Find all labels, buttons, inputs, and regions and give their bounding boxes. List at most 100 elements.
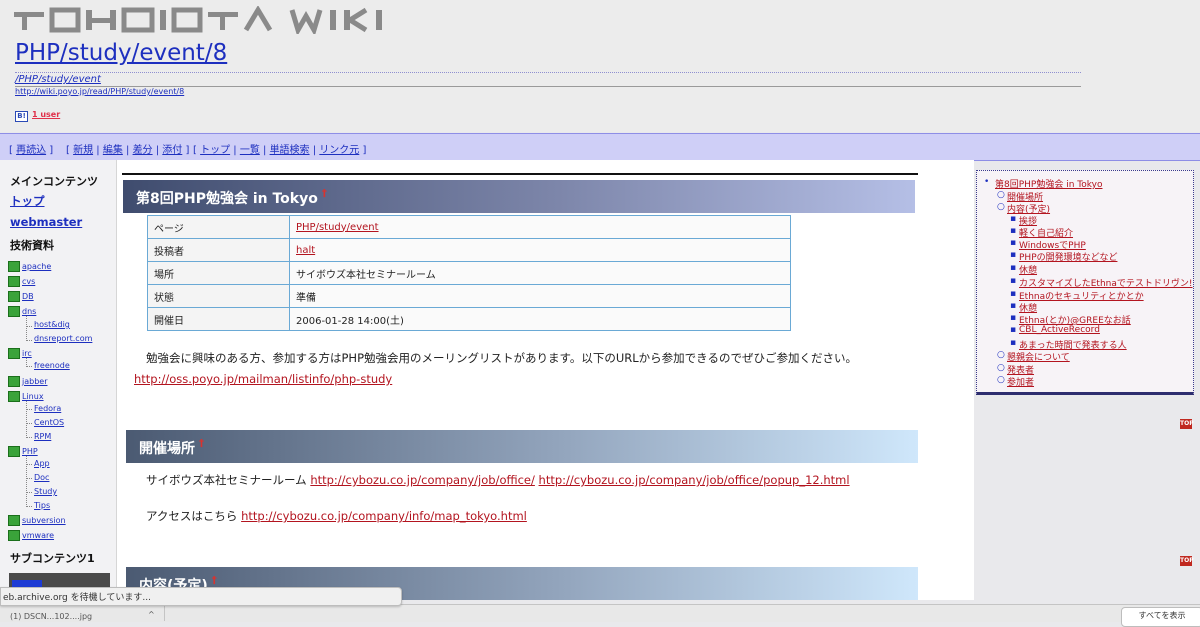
- bookmark-users-link[interactable]: 1 user: [32, 110, 60, 119]
- nav-new-link[interactable]: 新規: [73, 145, 93, 156]
- access-label: アクセスはこちら: [146, 509, 238, 523]
- sidebar-item-irc[interactable]: irc: [22, 349, 32, 358]
- anchor-dagger-link[interactable]: †: [212, 575, 217, 586]
- folder-icon[interactable]: [8, 446, 20, 457]
- folder-icon[interactable]: [8, 530, 20, 541]
- toc-bullet: ▪: [1010, 226, 1017, 236]
- page-url-link[interactable]: http://wiki.poyo.jp/read/PHP/study/event…: [15, 87, 184, 96]
- folder-icon[interactable]: [8, 391, 20, 402]
- show-all-button[interactable]: すべてを表示: [1121, 607, 1200, 627]
- nav-attach-link[interactable]: 添付: [162, 145, 182, 156]
- toc-bullet: ▪: [1010, 238, 1017, 248]
- sidebar-item-subversion[interactable]: subversion: [22, 516, 66, 525]
- nav-diff-link[interactable]: 差分: [133, 145, 153, 156]
- author-link[interactable]: halt: [296, 245, 315, 256]
- venue-name: サイボウズ本社セミナールーム: [146, 473, 307, 487]
- toc-bullet: ▪: [1010, 313, 1017, 323]
- sidebar-webmaster-link[interactable]: webmaster: [10, 215, 82, 229]
- chevron-up-icon[interactable]: ^: [148, 610, 155, 619]
- download-item[interactable]: (1) DSCN...102....jpg: [10, 612, 92, 621]
- sidebar-subitem-dnsreport[interactable]: dnsreport.com: [34, 334, 92, 343]
- folder-icon[interactable]: [8, 515, 20, 526]
- folder-icon[interactable]: [8, 348, 20, 359]
- sidebar-tech-docs-heading: 技術資料: [10, 239, 54, 252]
- toc-bullet: ▪: [1010, 263, 1017, 273]
- toc-item[interactable]: 懇親会について: [1007, 350, 1070, 363]
- tree-connector: [26, 358, 32, 367]
- access-line: アクセスはこちら http://cybozu.co.jp/company/inf…: [146, 508, 527, 524]
- mailing-list-link[interactable]: http://oss.poyo.jp/mailman/listinfo/php-…: [134, 372, 392, 386]
- anchor-dagger-link[interactable]: †: [322, 188, 327, 199]
- sidebar-subitem-study[interactable]: Study: [34, 487, 57, 496]
- sidebar-item-php[interactable]: PHP: [22, 447, 38, 456]
- sidebar-subitem-doc[interactable]: Doc: [34, 473, 49, 482]
- page-title[interactable]: PHP/study/event/8: [15, 40, 227, 66]
- table-row: 開催日 2006-01-28 14:00(土): [147, 307, 791, 331]
- toc-bullet: ▪: [1010, 250, 1017, 260]
- sidebar-sub-contents-heading: サブコンテンツ1: [10, 552, 95, 565]
- sidebar-item-apache[interactable]: apache: [22, 262, 51, 271]
- sidebar-item-jabber[interactable]: jabber: [22, 377, 48, 386]
- table-key-cell: 状態: [147, 284, 290, 308]
- folder-icon[interactable]: [8, 376, 20, 387]
- page-link[interactable]: PHP/study/event: [296, 222, 379, 233]
- sidebar-subitem-hostdig[interactable]: host&dig: [34, 320, 70, 329]
- sidebar-subitem-fedora[interactable]: Fedora: [34, 404, 61, 413]
- table-value-cell: halt: [289, 238, 791, 262]
- nav-edit-link[interactable]: 編集: [103, 145, 123, 156]
- back-to-top-icon[interactable]: TOP: [1180, 556, 1194, 566]
- toc-item[interactable]: 第8回PHP勉強会 in Tokyo: [995, 177, 1102, 190]
- toc-item[interactable]: PHPの開発環境などなど: [1019, 250, 1117, 263]
- folder-icon[interactable]: [8, 306, 20, 317]
- sidebar-item-db[interactable]: DB: [22, 292, 34, 301]
- venue-popup-link[interactable]: http://cybozu.co.jp/company/job/office/p…: [539, 473, 850, 487]
- toc-item[interactable]: Ethnaのセキュリティとかとか: [1019, 289, 1144, 302]
- tree-connector: [26, 423, 32, 438]
- sidebar-item-linux[interactable]: Linux: [22, 392, 44, 401]
- nav-group-site: [ トップ | 一覧 | 単語検索 | リンク元 ]: [193, 145, 367, 156]
- nav-group-edit: [ 新規 | 編集 | 差分 | 添付 ]: [66, 145, 190, 156]
- title-divider: [15, 72, 1081, 73]
- back-to-top-icon[interactable]: TOP: [1180, 419, 1194, 429]
- nav-list-link[interactable]: 一覧: [240, 145, 260, 156]
- table-row: 場所 サイボウズ本社セミナールーム: [147, 261, 791, 285]
- sidebar-subitem-tips[interactable]: Tips: [34, 501, 50, 510]
- table-key-cell: 開催日: [147, 307, 290, 331]
- venue-office-link[interactable]: http://cybozu.co.jp/company/job/office/: [310, 473, 535, 487]
- venue-heading-text: 開催場所: [139, 441, 195, 457]
- sidebar-item-vmware[interactable]: vmware: [22, 531, 54, 540]
- access-map-link[interactable]: http://cybozu.co.jp/company/info/map_tok…: [241, 509, 527, 523]
- status-text: eb.archive.org を待機しています...: [3, 593, 151, 603]
- nav-backlinks-link[interactable]: リンク元: [319, 145, 359, 156]
- toc-bullet: ▪: [1010, 325, 1017, 335]
- table-key-cell: 投稿者: [147, 238, 290, 262]
- table-value-cell: サイボウズ本社セミナールーム: [289, 261, 791, 285]
- table-value-cell: 2006-01-28 14:00(土): [289, 307, 791, 331]
- toc-bullet: •: [984, 177, 990, 187]
- toc-bullet: ○: [997, 190, 1005, 200]
- folder-icon[interactable]: [8, 276, 20, 287]
- sidebar-subitem-app[interactable]: App: [34, 459, 50, 468]
- toc-item[interactable]: 休憩: [1019, 263, 1037, 276]
- parent-path-link[interactable]: /PHP/study/event: [15, 74, 101, 85]
- folder-icon[interactable]: [8, 261, 20, 272]
- nav-top-link[interactable]: トップ: [200, 145, 230, 156]
- toc-bullet: ○: [997, 350, 1005, 360]
- sidebar-top-link[interactable]: トップ: [10, 193, 45, 209]
- sidebar-subitem-rpm[interactable]: RPM: [34, 432, 51, 441]
- toc-item[interactable]: 参加者: [1007, 375, 1034, 388]
- folder-icon[interactable]: [8, 291, 20, 302]
- nav-reload-link[interactable]: 再読込: [16, 145, 46, 156]
- toc-bullet: ▪: [1010, 214, 1017, 224]
- sidebar-subitem-centos[interactable]: CentOS: [34, 418, 64, 427]
- sidebar-subitem-freenode[interactable]: freenode: [34, 361, 70, 370]
- anchor-dagger-link[interactable]: †: [199, 438, 204, 449]
- action-navbar: [ 再読込 ] [ 新規 | 編集 | 差分 | 添付 ] [ トップ | 一覧…: [0, 133, 1200, 161]
- bookmark-icon[interactable]: B!: [15, 111, 28, 122]
- toc-item[interactable]: カスタマイズしたEthnaでテストドリヴン!: [1019, 276, 1192, 289]
- toc-item[interactable]: CBL_ActiveRecord: [1019, 325, 1100, 335]
- heading-text: 第8回PHP勉強会 in Tokyo: [136, 191, 318, 207]
- sidebar-item-dns[interactable]: dns: [22, 307, 36, 316]
- nav-search-link[interactable]: 単語検索: [270, 145, 310, 156]
- sidebar-item-cvs[interactable]: cvs: [22, 277, 35, 286]
